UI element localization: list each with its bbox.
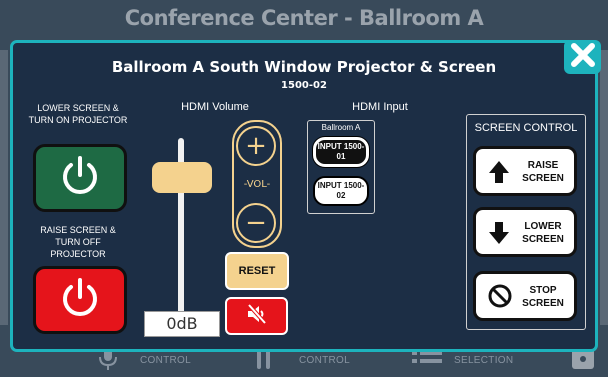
mute-button[interactable] <box>225 297 288 335</box>
power-icon <box>57 275 103 325</box>
stop-screen-button[interactable]: STOP SCREEN <box>473 271 577 321</box>
footer-label-mixer-control[interactable]: CONTROL <box>299 355 350 366</box>
hdmi-volume-heading: HDMI Volume <box>181 101 249 113</box>
lower-screen-button[interactable]: LOWER SCREEN <box>473 207 577 257</box>
background-title: Conference Center - Ballroom A <box>124 6 484 30</box>
input-button-1500-02[interactable]: INPUT 1500-02 <box>313 176 369 206</box>
hdmi-input-group-label: Ballroom A <box>321 123 361 132</box>
modal-title: Ballroom A South Window Projector & Scre… <box>111 58 497 76</box>
speaker-mute-icon <box>245 303 269 329</box>
modal-subtitle: 1500-02 <box>281 80 327 91</box>
arrow-up-icon <box>488 159 510 189</box>
power-off-button[interactable] <box>33 266 127 334</box>
volume-slider-handle[interactable] <box>152 161 212 193</box>
power-off-label: RAISE SCREEN & TURN OFF PROJECTOR <box>40 225 116 259</box>
raise-screen-label: RAISE SCREEN <box>522 160 564 184</box>
power-on-button[interactable] <box>33 144 127 212</box>
volume-up-button[interactable]: + <box>236 126 276 166</box>
background-panel-edge <box>0 50 8 325</box>
footer-label-selection[interactable]: SELECTION <box>454 355 513 366</box>
power-on-label: LOWER SCREEN & TURN ON PROJECTOR <box>28 103 128 125</box>
volume-reset-button[interactable]: RESET <box>225 252 289 290</box>
footer-label-mic-control[interactable]: CONTROL <box>140 355 191 366</box>
background-panel-edge <box>600 50 608 325</box>
lower-screen-label: LOWER SCREEN <box>522 221 564 245</box>
power-icon <box>57 153 103 203</box>
input-button-1500-01[interactable]: INPUT 1500-01 <box>313 137 369 167</box>
volume-level-display: 0dB <box>144 311 220 337</box>
screen-control-heading: SCREEN CONTROL <box>474 122 578 134</box>
plus-icon: + <box>245 131 267 161</box>
stop-screen-label: STOP SCREEN <box>522 285 564 309</box>
volume-label: -VOL- <box>243 179 271 190</box>
hdmi-input-heading: HDMI Input <box>352 101 408 113</box>
stop-icon <box>488 284 512 312</box>
raise-screen-button[interactable]: RAISE SCREEN <box>473 146 577 196</box>
volume-down-button[interactable]: − <box>236 203 276 243</box>
minus-icon: − <box>245 208 267 238</box>
arrow-down-icon <box>488 220 510 250</box>
